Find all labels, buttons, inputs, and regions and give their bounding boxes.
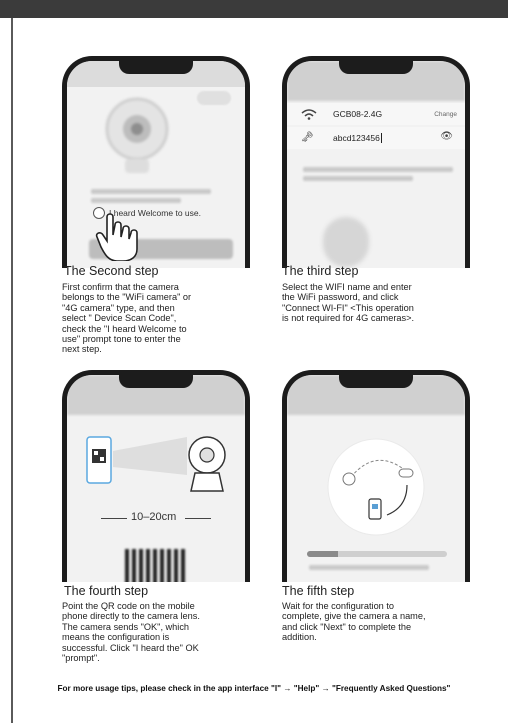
change-link[interactable]: Change	[434, 111, 457, 118]
qr-scan-illustration	[86, 436, 226, 492]
step-description: First confirm that the camera belongs to…	[62, 282, 252, 355]
description-line: "Connect WI-FI" <This operation	[282, 302, 414, 313]
description-line: Select the WIFI name and enter	[282, 282, 412, 292]
qr-code-image	[125, 549, 187, 582]
distance-line-left	[101, 518, 127, 519]
password-field[interactable]: abcd123456	[333, 133, 382, 143]
step-title: The fifth step	[282, 584, 355, 598]
description-line: Point the QR code on the mobile	[62, 601, 195, 611]
step-description: Point the QR code on the mobile phone di…	[62, 601, 252, 663]
phone-notch	[339, 61, 413, 74]
tap-hand-icon	[95, 213, 138, 261]
step-description: Select the WIFI name and enter the WiFi …	[282, 282, 472, 324]
description-line: First confirm that the camera	[62, 282, 179, 292]
step-description: Wait for the configuration to complete, …	[282, 601, 472, 643]
wifi-name: GCB08-2.4G	[333, 109, 383, 119]
camera-icon	[105, 97, 169, 173]
connecting-illustration	[327, 438, 425, 536]
description-line: Wait for the configuration to	[282, 601, 395, 611]
phone-notch	[339, 375, 413, 388]
distance-label: 10–20cm	[131, 511, 177, 523]
description-line: means the configuration is	[62, 632, 170, 643]
step-title: The third step	[282, 264, 359, 278]
description-line: successful. Click "I heard the" OK	[62, 642, 199, 653]
phone-third-step: GCB08-2.4G Change 🗝 abcd123456 👁	[282, 56, 470, 268]
description-line: the WiFi password, and click	[282, 292, 399, 303]
description-line: use" prompt tone to enter the	[62, 334, 181, 345]
phone-notch	[119, 61, 193, 74]
description-line: "prompt".	[62, 653, 100, 664]
description-line: belongs to the "WiFi camera" or	[62, 292, 192, 303]
description-line: complete, give the camera a name,	[282, 611, 426, 622]
progress-track	[307, 551, 447, 557]
description-line: next step.	[62, 344, 102, 355]
description-line: check the "I heard Welcome to	[62, 323, 187, 334]
camera-graphic	[323, 217, 369, 267]
top-bar	[0, 0, 508, 18]
description-line: phone directly to the camera lens.	[62, 611, 200, 622]
key-icon: 🗝	[301, 132, 314, 143]
phone-second-step: I heard Welcome to use.	[62, 56, 250, 268]
phone-fifth-step	[282, 370, 470, 582]
description-line: select " Device Scan Code",	[62, 313, 177, 324]
step-title: The fourth step	[64, 584, 149, 598]
blur-text	[303, 167, 453, 172]
description-line: The camera sends "OK", which	[62, 621, 190, 632]
margin-line	[11, 18, 13, 723]
description-line: "4G camera" type, and then	[62, 302, 175, 313]
phone-fourth-step: 10–20cm	[62, 370, 250, 582]
eye-icon[interactable]: 👁	[440, 131, 453, 142]
wifi-icon	[301, 109, 317, 120]
distance-line-right	[185, 518, 211, 519]
blur-text	[91, 198, 181, 203]
description-line: addition.	[282, 632, 317, 643]
blur-text	[303, 176, 413, 181]
blur-text	[91, 189, 211, 194]
description-line: and click "Next" to complete the	[282, 621, 412, 632]
footer-tip: For more usage tips, please check in the…	[57, 684, 451, 693]
wifi-row[interactable]: GCB08-2.4G Change	[287, 103, 465, 125]
blur-text	[309, 565, 429, 570]
password-row[interactable]: 🗝 abcd123456 👁	[287, 127, 465, 149]
description-line: is not required for 4G cameras>.	[282, 313, 415, 324]
step-title: The Second step	[64, 264, 159, 278]
progress-fill	[307, 551, 338, 557]
phone-notch	[119, 375, 193, 388]
reset-pill	[197, 91, 231, 105]
